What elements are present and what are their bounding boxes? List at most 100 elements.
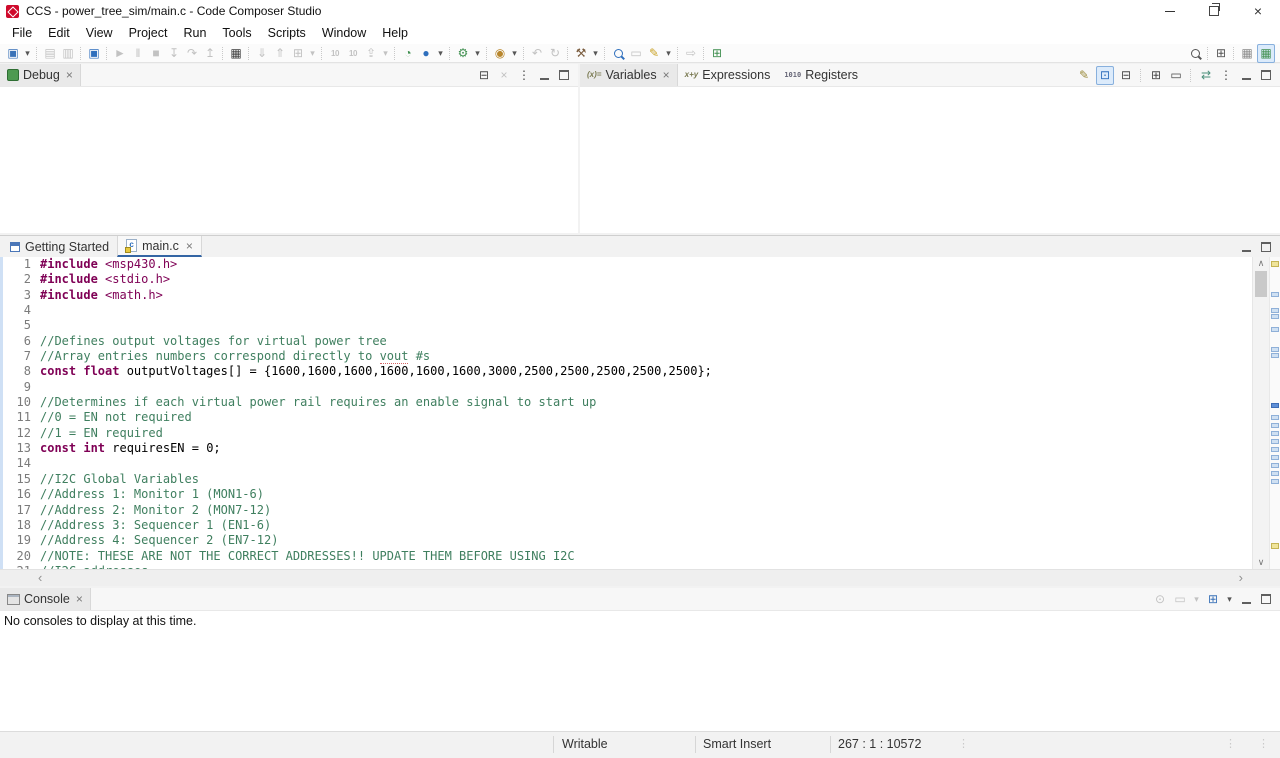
ruler-marker[interactable]: [1271, 292, 1279, 297]
maximize-icon[interactable]: [1258, 238, 1274, 255]
line-number[interactable]: 12: [3, 426, 40, 441]
ruler-marker[interactable]: [1271, 327, 1279, 332]
tab-debug[interactable]: Debug ×: [0, 64, 81, 86]
ruler-marker[interactable]: [1271, 415, 1279, 420]
open-console-icon[interactable]: ⊞: [1205, 591, 1221, 608]
menu-window[interactable]: Window: [314, 22, 374, 44]
new-file-button[interactable]: ▣: [5, 45, 21, 62]
menu-run[interactable]: Run: [175, 22, 214, 44]
close-icon[interactable]: ×: [76, 593, 83, 605]
collapse-all-icon[interactable]: ⊟: [1118, 67, 1134, 84]
ruler-marker[interactable]: [1271, 261, 1279, 267]
tab-main-c[interactable]: c main.c ×: [117, 236, 202, 257]
overview-ruler[interactable]: [1269, 257, 1280, 569]
new-view-icon[interactable]: ⊞: [1148, 67, 1164, 84]
ruler-marker[interactable]: [1271, 463, 1279, 468]
minimize-icon[interactable]: [1238, 238, 1254, 255]
minimize-icon[interactable]: [1238, 591, 1254, 608]
code-editor[interactable]: 1#include <msp430.h>2#include <stdio.h>3…: [0, 257, 1280, 569]
console-panel-body[interactable]: No consoles to display at this time.: [0, 611, 1280, 731]
show-type-names-icon[interactable]: ✎: [1076, 67, 1092, 84]
scroll-left-icon[interactable]: ‹: [38, 570, 42, 585]
restore-window-button[interactable]: [1192, 0, 1236, 22]
menu-view[interactable]: View: [78, 22, 121, 44]
ruler-marker[interactable]: [1271, 543, 1279, 549]
flash-button[interactable]: ◉: [492, 45, 508, 62]
analyze-button[interactable]: ●: [418, 45, 434, 62]
view-menu-icon[interactable]: ⋮: [1218, 67, 1234, 84]
menu-scripts[interactable]: Scripts: [260, 22, 314, 44]
line-number[interactable]: 16: [3, 487, 40, 502]
line-number[interactable]: 4: [3, 303, 40, 318]
scroll-up-icon[interactable]: ∧: [1253, 257, 1269, 270]
tab-expressions[interactable]: x+y Expressions: [678, 64, 778, 86]
line-number[interactable]: 5: [3, 318, 40, 333]
ruler-marker[interactable]: [1271, 471, 1279, 476]
line-number[interactable]: 1: [3, 257, 40, 272]
line-number[interactable]: 20: [3, 549, 40, 564]
line-number[interactable]: 15: [3, 472, 40, 487]
menu-tools[interactable]: Tools: [214, 22, 259, 44]
scroll-right-icon[interactable]: ›: [1239, 570, 1243, 585]
new-project-button[interactable]: ⊞: [709, 45, 725, 62]
highlight-button[interactable]: ✎: [646, 45, 662, 62]
line-number[interactable]: 14: [3, 456, 40, 471]
ruler-marker[interactable]: [1271, 431, 1279, 436]
build-dropdown[interactable]: ▾: [591, 45, 600, 62]
debug-button[interactable]: ▣: [86, 45, 102, 62]
line-number[interactable]: 10: [3, 395, 40, 410]
ccs-debug-perspective-button[interactable]: ▦: [1257, 44, 1275, 63]
menu-edit[interactable]: Edit: [40, 22, 78, 44]
ruler-marker[interactable]: [1271, 353, 1279, 358]
ruler-marker[interactable]: [1271, 439, 1279, 444]
ruler-marker[interactable]: [1271, 403, 1279, 408]
highlight-dropdown[interactable]: ▾: [664, 45, 673, 62]
new-file-dropdown[interactable]: ▾: [23, 45, 32, 62]
ruler-marker[interactable]: [1271, 447, 1279, 452]
vertical-scrollbar[interactable]: ∧ ∨: [1252, 257, 1269, 569]
close-icon[interactable]: ×: [66, 69, 73, 81]
target-config-dropdown[interactable]: ▾: [473, 45, 482, 62]
registers-button[interactable]: ▦: [228, 45, 244, 62]
line-number[interactable]: 13: [3, 441, 40, 456]
build-button[interactable]: ⚒: [573, 45, 589, 62]
line-number[interactable]: 8: [3, 364, 40, 379]
line-number[interactable]: 9: [3, 380, 40, 395]
open-console-dropdown[interactable]: ▾: [1225, 591, 1234, 608]
ccs-edit-perspective-button[interactable]: ▦: [1239, 45, 1255, 62]
line-number[interactable]: 19: [3, 533, 40, 548]
variables-panel-body[interactable]: [580, 87, 1280, 233]
line-number[interactable]: 3: [3, 288, 40, 303]
flash-dropdown[interactable]: ▾: [510, 45, 519, 62]
close-window-button[interactable]: ×: [1236, 0, 1280, 22]
line-number[interactable]: 17: [3, 503, 40, 518]
minimize-window-button[interactable]: [1148, 0, 1192, 22]
minimize-icon[interactable]: [536, 67, 552, 84]
collapse-all-icon[interactable]: ⊟: [476, 67, 492, 84]
line-number[interactable]: 11: [3, 410, 40, 425]
tab-getting-started[interactable]: Getting Started: [2, 236, 117, 257]
tab-registers[interactable]: 1010 Registers: [777, 64, 865, 86]
line-number[interactable]: 2: [3, 272, 40, 287]
scroll-down-icon[interactable]: ∨: [1253, 556, 1269, 569]
open-view-icon[interactable]: ▭: [1168, 67, 1184, 84]
view-menu-icon[interactable]: ⋮: [516, 67, 532, 84]
horizontal-scrollbar[interactable]: ‹ ›: [0, 569, 1280, 586]
ruler-marker[interactable]: [1271, 347, 1279, 352]
search-button[interactable]: [1187, 45, 1203, 62]
line-number[interactable]: 7: [3, 349, 40, 364]
debug-panel-body[interactable]: [0, 87, 578, 233]
open-perspective-button[interactable]: ⊞: [1213, 45, 1229, 62]
minimize-icon[interactable]: [1238, 67, 1254, 84]
maximize-icon[interactable]: [1258, 67, 1274, 84]
maximize-icon[interactable]: [556, 67, 572, 84]
ruler-marker[interactable]: [1271, 423, 1279, 428]
tab-variables[interactable]: (x)= Variables ×: [580, 64, 678, 86]
tab-console[interactable]: Console ×: [0, 588, 91, 610]
profile-button[interactable]: ◔: [400, 45, 416, 62]
layout-icon[interactable]: ⊡: [1096, 66, 1114, 85]
close-icon[interactable]: ×: [186, 240, 193, 252]
ruler-marker[interactable]: [1271, 308, 1279, 313]
refresh-icon[interactable]: ⇄: [1198, 67, 1214, 84]
ruler-marker[interactable]: [1271, 455, 1279, 460]
